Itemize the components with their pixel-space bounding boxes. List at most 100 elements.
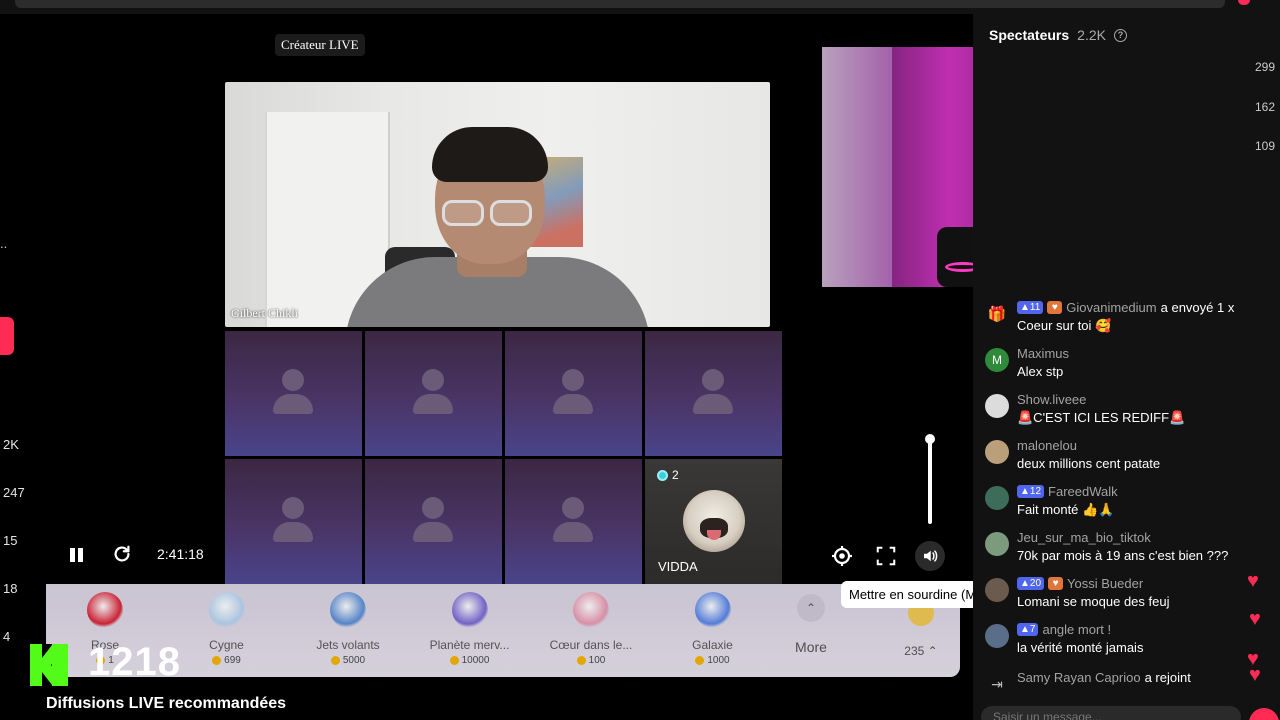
empty-guest-slot[interactable] <box>365 459 502 584</box>
gift-price: 5000 <box>293 655 403 666</box>
chat-username-row[interactable]: malonelou <box>1017 438 1077 453</box>
guest-avatar <box>683 490 745 552</box>
chat-username-row[interactable]: ▲20 ♥ Yossi Bueder <box>1017 576 1143 591</box>
chat-username-row[interactable]: Samy Rayan Caprioo a rejoint <box>1017 670 1191 685</box>
chat-text: Lomani se moque des feuj <box>1017 594 1170 609</box>
join-icon: ⇥ <box>991 675 1003 692</box>
gift-price: 1000 <box>658 655 768 666</box>
chat-username-row[interactable]: ▲12 FareedWalk <box>1017 484 1118 499</box>
chat-username-row[interactable]: Jeu_sur_ma_bio_tiktok <box>1017 530 1151 545</box>
heart-badge-icon: ♥ <box>1048 577 1064 590</box>
guest-name-label: VIDDA <box>658 559 698 574</box>
gift-item[interactable]: Planète merv... 10000 <box>415 590 525 670</box>
avatar[interactable] <box>985 486 1009 510</box>
empty-guest-slot[interactable] <box>365 331 502 456</box>
empty-guest-slot[interactable] <box>645 331 782 456</box>
coin-icon <box>449 656 459 665</box>
more-gifts-button[interactable]: ⌃ More <box>786 594 836 664</box>
gift-price: 10000 <box>415 655 525 666</box>
person-placeholder-icon <box>273 497 313 545</box>
gift-price: 100 <box>536 655 646 666</box>
level-badge: ▲12 <box>1017 485 1045 498</box>
coin-icon <box>330 656 340 665</box>
person-placeholder-icon <box>553 369 593 417</box>
guest-slot-vidda[interactable]: 2 VIDDA <box>645 459 782 584</box>
refresh-icon[interactable] <box>111 543 133 565</box>
chat-username[interactable]: Show.liveee <box>1017 392 1086 407</box>
level-badge: ▲20 <box>1017 577 1045 590</box>
avatar[interactable] <box>985 440 1009 464</box>
gift-name: Cygne <box>209 638 244 652</box>
creator-live-tag: Créateur LIVE <box>275 34 365 56</box>
avatar[interactable] <box>985 394 1009 418</box>
volume-knob[interactable] <box>925 434 935 444</box>
heart-icon: ♥ <box>1249 664 1261 686</box>
chat-username[interactable]: angle mort ! <box>1042 622 1111 637</box>
gift-item[interactable]: Cygne 699 <box>172 590 282 670</box>
left-count: 18 <box>3 581 18 596</box>
chat-username-row[interactable]: ▲7 angle mort ! <box>1017 622 1111 637</box>
floating-hearts: ♥ ♥ ♥ ♥ <box>1245 570 1275 690</box>
top-search-bar[interactable] <box>15 0 1225 8</box>
avatar[interactable] <box>985 578 1009 602</box>
chat-username[interactable]: FareedWalk <box>1048 484 1118 499</box>
chat-input[interactable]: Saisir un message... <box>981 706 1241 720</box>
chat-action-text: a envoyé 1 x <box>1160 300 1235 315</box>
chat-action-text: a rejoint <box>1144 670 1191 685</box>
left-count: 15 <box>3 533 18 548</box>
more-dots[interactable]: .. <box>0 236 7 251</box>
chat-username-row[interactable]: Maximus <box>1017 346 1069 361</box>
chat-text: 70k par mois à 19 ans c'est bien ??? <box>1017 548 1229 563</box>
person-placeholder-icon <box>693 369 733 417</box>
chat-username[interactable]: Giovanimedium <box>1066 300 1156 315</box>
speaker-icon <box>924 550 938 562</box>
viewers-header[interactable]: Spectateurs 2.2K ? <box>989 27 1127 43</box>
empty-guest-slot[interactable] <box>225 331 362 456</box>
avatar[interactable]: M <box>985 348 1009 372</box>
empty-guest-slot[interactable] <box>505 459 642 584</box>
jets-icon <box>330 592 366 628</box>
mute-tooltip: Mettre en sourdine (M) <box>841 581 989 608</box>
chat-username[interactable]: Yossi Bueder <box>1067 576 1143 591</box>
main-guest-video[interactable]: Gilbert Chikli <box>225 82 770 327</box>
chat-username[interactable]: malonelou <box>1017 438 1077 453</box>
help-icon[interactable]: ? <box>1113 28 1127 42</box>
heart-hands-icon <box>573 592 609 628</box>
host-stat: 109 <box>1254 139 1275 153</box>
guest-glasses <box>442 200 538 226</box>
chat-username-row[interactable]: Show.liveee <box>1017 392 1086 407</box>
person-placeholder-icon <box>273 369 313 417</box>
host-stat: 299 <box>1254 60 1275 74</box>
chat-username[interactable]: Samy Rayan Caprioo <box>1017 670 1141 685</box>
live-video-stage[interactable]: Créateur LIVE Gilbert Chikli 2 VIDDA 2:4… <box>45 14 1249 584</box>
gift-name: Planète merv... <box>429 638 510 652</box>
gift-name: Galaxie <box>692 638 733 652</box>
volume-slider[interactable] <box>917 434 943 534</box>
empty-guest-slot[interactable] <box>505 331 642 456</box>
level-badge: ▲7 <box>1017 623 1039 636</box>
gift-name: Jets volants <box>316 638 380 652</box>
galaxy-icon <box>694 592 731 628</box>
like-button[interactable] <box>1249 708 1279 720</box>
browser-top-bar <box>0 0 1280 14</box>
avatar[interactable] <box>985 532 1009 556</box>
gift-item[interactable]: Galaxie 1000 <box>658 590 768 670</box>
red-tab[interactable] <box>0 317 14 355</box>
settings-icon[interactable] <box>830 544 854 568</box>
coin-icon <box>695 656 705 665</box>
guest-score: 2 <box>657 468 679 482</box>
fullscreen-icon[interactable] <box>875 545 897 567</box>
coin-balance[interactable]: 235 ⌃ <box>886 600 956 670</box>
empty-guest-slot[interactable] <box>225 459 362 584</box>
gift-item[interactable]: Jets volants 5000 <box>293 590 403 670</box>
gift-price: 699 <box>172 655 282 666</box>
volume-button[interactable] <box>915 541 945 571</box>
chat-text: la vérité monté jamais <box>1017 640 1144 655</box>
chat-text: Alex stp <box>1017 364 1064 379</box>
chat-username[interactable]: Maximus <box>1017 346 1069 361</box>
chat-username-row[interactable]: ▲11 ♥ Giovanimedium a envoyé 1 x <box>1017 300 1234 315</box>
gift-item[interactable]: Cœur dans le... 100 <box>536 590 646 670</box>
pause-icon[interactable] <box>68 545 86 565</box>
chat-username[interactable]: Jeu_sur_ma_bio_tiktok <box>1017 530 1151 545</box>
avatar[interactable] <box>985 624 1009 648</box>
